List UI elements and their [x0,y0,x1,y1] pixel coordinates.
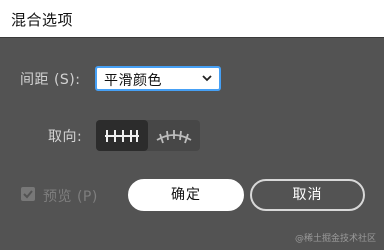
ok-button[interactable]: 确定 [128,179,244,211]
dialog-title: 混合选项 [11,11,74,29]
blend-options-dialog: 混合选项 间距 (S): 平滑颜色 取向: 预览 (P) 确定 取消 @稀土掘金… [0,0,384,250]
title-bar: 混合选项 [0,0,384,38]
watermark: @稀土掘金技术社区 [294,234,376,244]
spacing-label: 间距 (S): [20,72,81,88]
orientation-label: 取向: [48,129,83,145]
preview-checkbox[interactable] [21,187,35,201]
align-to-path-icon [156,130,192,144]
spacing-select[interactable]: 平滑颜色 [95,66,221,91]
orientation-toggle-group [96,120,200,151]
spacing-select-value: 平滑颜色 [104,73,162,89]
align-to-path-button[interactable] [148,120,200,151]
checkmark-icon [23,190,33,199]
align-to-page-button[interactable] [96,120,148,151]
cancel-button[interactable]: 取消 [250,179,365,211]
align-to-page-icon [105,130,139,142]
preview-label: 预览 (P) [43,189,98,205]
chevron-down-icon [202,75,212,82]
